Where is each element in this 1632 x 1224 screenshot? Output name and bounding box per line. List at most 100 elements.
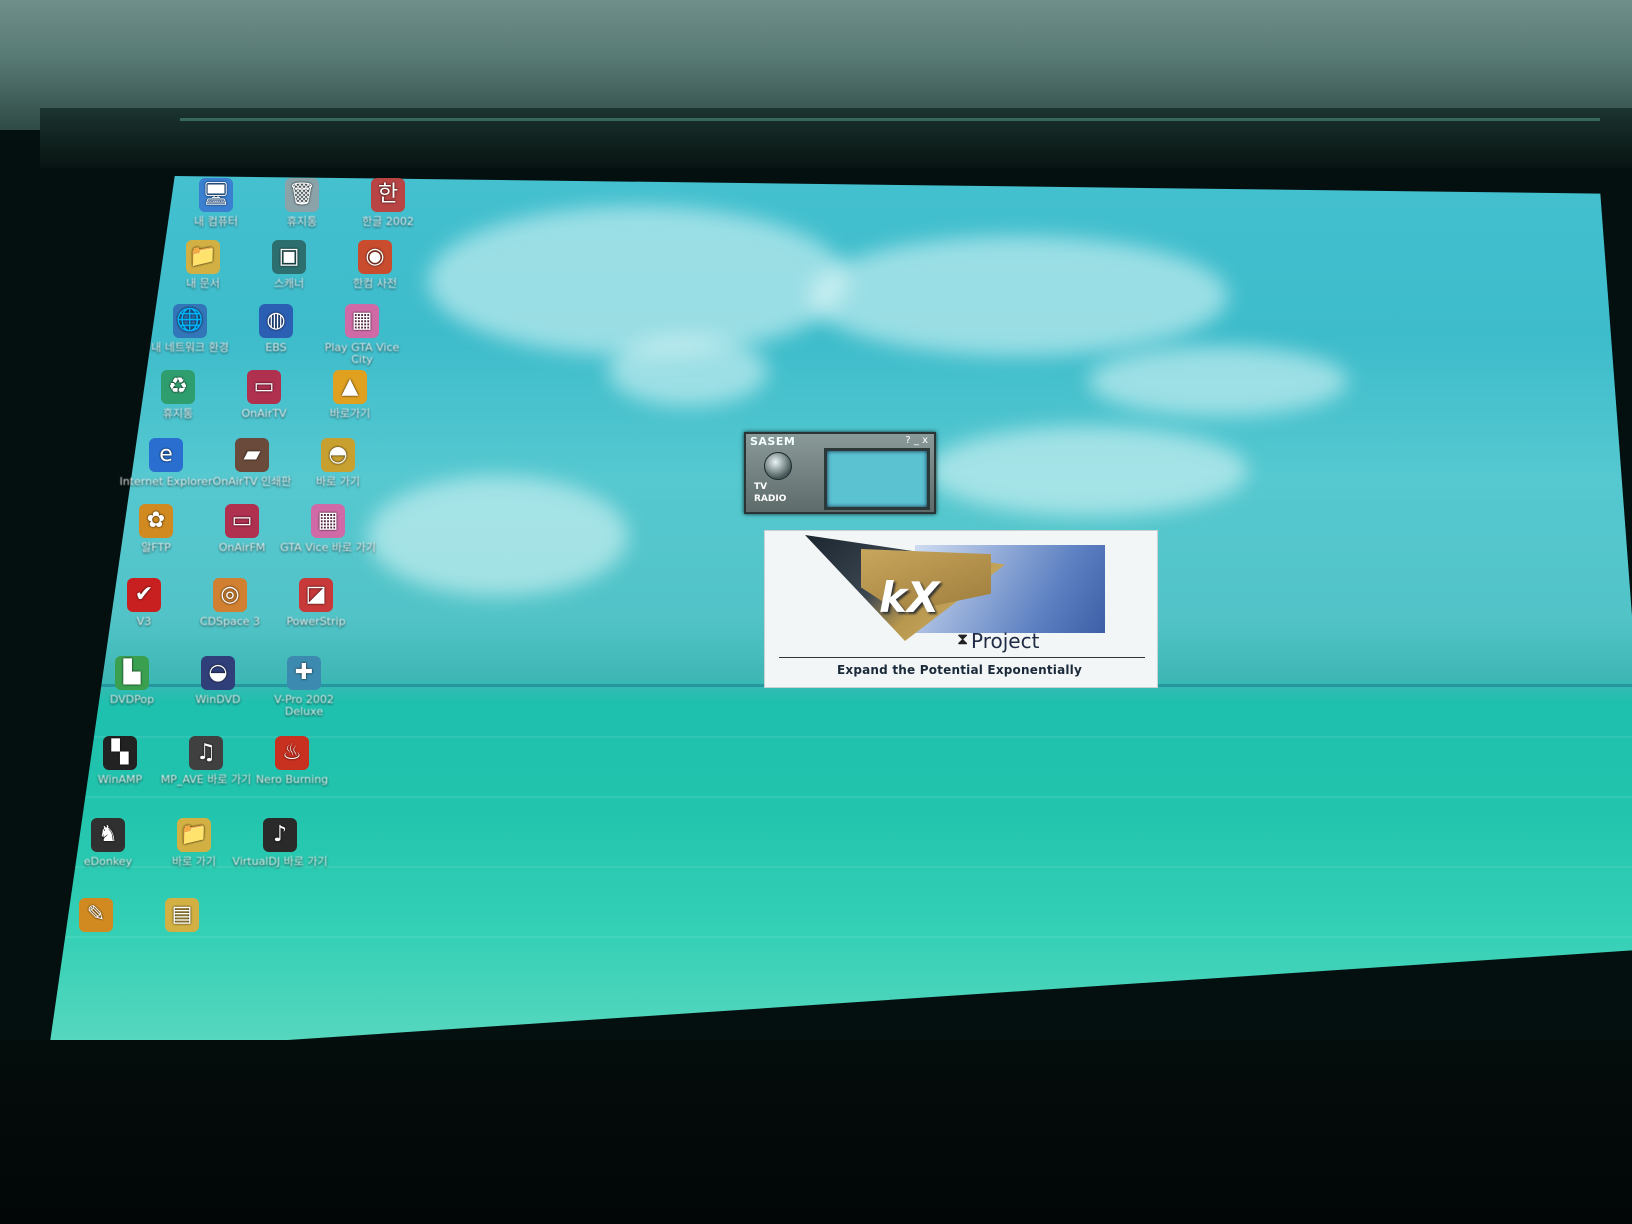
kx-logo: kX <box>879 573 940 622</box>
ftp-icon: ✿ <box>139 504 173 538</box>
pencil-icon: ✎ <box>79 898 113 932</box>
desktop-icon-label: VirtualDJ 바로 가기 <box>232 855 328 868</box>
desktop-icon[interactable]: ▭ OnAirTV <box>216 370 312 420</box>
desktop-icon[interactable]: ♞ eDonkey <box>60 818 156 868</box>
radio-mode-button[interactable]: RADIO <box>754 494 786 504</box>
onairtv-remote-icon: ▰ <box>235 438 269 472</box>
desktop-icon[interactable]: ♫ MP_AVE 바로 가기 <box>158 736 254 786</box>
dvdpop-icon: ▙ <box>115 656 149 690</box>
desktop-icon-label: 스캐너 <box>273 277 305 290</box>
network-places-icon: 🌐 <box>173 304 207 338</box>
desktop-icon[interactable]: ✿ 알FTP <box>108 504 204 554</box>
desktop-icon[interactable]: ◓ 바로 가기 <box>290 438 386 488</box>
desktop-icon-label: 바로 가기 <box>172 855 216 868</box>
desktop-icon[interactable]: 한 한글 2002 <box>340 178 436 228</box>
bottom-shadow <box>0 1040 1632 1224</box>
onairtv-icon: ▭ <box>247 370 281 404</box>
desktop-icon-label: OnAirFM <box>218 541 266 554</box>
desktop-icon[interactable]: ✚ V-Pro 2002 Deluxe <box>256 656 352 718</box>
hancom-dictionary-icon: ◉ <box>358 240 392 274</box>
desktop-icon[interactable]: ▦ GTA Vice 바로 가기 <box>280 504 376 554</box>
desktop-icon[interactable]: 📁 바로 가기 <box>146 818 242 868</box>
desktop-icon[interactable]: e Internet Explorer <box>118 438 214 488</box>
desktop-icon[interactable]: ♨ Nero Burning <box>244 736 340 786</box>
desktop-icon[interactable]: ♻ 휴지통 <box>130 370 226 420</box>
edonkey-icon: ♞ <box>91 818 125 852</box>
desktop-icon[interactable]: ◍ EBS <box>228 304 324 354</box>
game-shortcut-icon: ◓ <box>321 438 355 472</box>
cloud <box>368 476 628 596</box>
scanner-icon: ▣ <box>272 240 306 274</box>
desktop-icon[interactable]: ▦ Play GTA Vice City <box>314 304 410 366</box>
cloud <box>608 336 768 406</box>
desktop-icon-label: 휴지통 <box>162 407 194 420</box>
desktop-icon[interactable]: ▚ WinAMP <box>72 736 168 786</box>
desktop-icon[interactable]: ◪ PowerStrip <box>268 578 364 628</box>
tv-preview-pane <box>824 448 930 510</box>
desktop-icon[interactable]: ▭ OnAirFM <box>194 504 290 554</box>
splash-divider <box>779 657 1145 658</box>
mp-ave-icon: ♫ <box>189 736 223 770</box>
tv-mode-button[interactable]: TV <box>754 482 767 492</box>
desktop-icon-label: Internet Explorer <box>119 475 213 488</box>
kx-project-splash: kX ⧗ Project Expand the Potential Expone… <box>764 530 1158 688</box>
onairfm-icon: ▭ <box>225 504 259 538</box>
cloud <box>928 426 1248 516</box>
desktop-icon[interactable]: ✎ <box>48 898 144 936</box>
desktop-icon[interactable]: ▣ 스캐너 <box>241 240 337 290</box>
desktop-icon-label: PowerStrip <box>286 615 346 628</box>
nero-icon: ♨ <box>275 736 309 770</box>
desktop-icon-label: GTA Vice 바로 가기 <box>280 541 376 554</box>
desktop-icon[interactable]: ▙ DVDPop <box>84 656 180 706</box>
powerstrip-icon: ◪ <box>299 578 333 612</box>
projector-frame <box>40 108 1632 168</box>
splash-tagline: Expand the Potential Exponentially <box>837 663 1083 677</box>
desktop-icon-label: Play GTA Vice City <box>324 341 400 366</box>
desktop-icon[interactable]: ◎ CDSpace 3 <box>182 578 278 628</box>
v3-antivirus-icon: ✔ <box>127 578 161 612</box>
recycle-bin-icon: 🗑 <box>285 178 319 212</box>
gta-vice-city-icon: ▦ <box>345 304 379 338</box>
desktop-icon[interactable]: 🌐 내 네트워크 환경 <box>142 304 238 354</box>
desktop-icon[interactable]: ♪ VirtualDJ 바로 가기 <box>232 818 328 868</box>
desktop-icon[interactable]: 🖥 내 컴퓨터 <box>168 178 264 228</box>
desktop-icon[interactable]: ▰ OnAirTV 인쇄판 <box>204 438 300 488</box>
desktop-icon-label: EBS <box>265 341 287 354</box>
my-computer-icon: 🖥 <box>199 178 233 212</box>
winamp-icon: ▚ <box>103 736 137 770</box>
wave <box>48 936 1632 938</box>
desktop-icon[interactable]: ◉ 한컴 사전 <box>327 240 423 290</box>
desktop-icon[interactable]: ▲ 바로가기 <box>302 370 398 420</box>
desktop-icon-label: 휴지통 <box>286 215 318 228</box>
music-shortcut-icon: ♪ <box>263 818 297 852</box>
desktop-icon-label: CDSpace 3 <box>199 615 261 628</box>
desktop-icon-label: 내 문서 <box>186 277 220 290</box>
folder-icon: ▤ <box>165 898 199 932</box>
desktop-icon-label: 내 네트워크 환경 <box>151 341 229 354</box>
desktop-icon-label: 바로 가기 <box>316 475 360 488</box>
desktop-icon-label: 내 컴퓨터 <box>194 215 238 228</box>
cdspace-icon: ◎ <box>213 578 247 612</box>
window-controls[interactable]: ? _ x <box>905 435 928 446</box>
desktop-icon[interactable]: ✔ V3 <box>96 578 192 628</box>
desktop-icon[interactable]: ▤ <box>134 898 230 936</box>
folder-shortcut-icon: 📁 <box>177 818 211 852</box>
vpro-icon: ✚ <box>287 656 321 690</box>
desktop-icon-label: V3 <box>136 615 152 628</box>
wave <box>48 796 1632 798</box>
desktop-icon-label: 알FTP <box>141 541 171 554</box>
desktop-icon[interactable]: ◒ WinDVD <box>170 656 266 706</box>
tv-widget-title: SASEM <box>750 435 796 448</box>
internet-explorer-icon: e <box>149 438 183 472</box>
ebs-icon: ◍ <box>259 304 293 338</box>
windvd-icon: ◒ <box>201 656 235 690</box>
desktop-icon-label: MP_AVE 바로 가기 <box>160 773 252 786</box>
desktop-icon-label: Nero Burning <box>255 773 329 786</box>
desktop-icon[interactable]: 🗑 휴지통 <box>254 178 350 228</box>
desktop-icon[interactable]: 📁 내 문서 <box>155 240 251 290</box>
desktop-icon-label: 한글 2002 <box>362 215 414 228</box>
desktop-icon-label: 한컴 사전 <box>353 277 397 290</box>
tv-tuner-window[interactable]: SASEM ? _ x TV RADIO <box>744 432 936 514</box>
tuner-knob-icon[interactable] <box>764 452 792 480</box>
my-documents-folder-icon: 📁 <box>186 240 220 274</box>
